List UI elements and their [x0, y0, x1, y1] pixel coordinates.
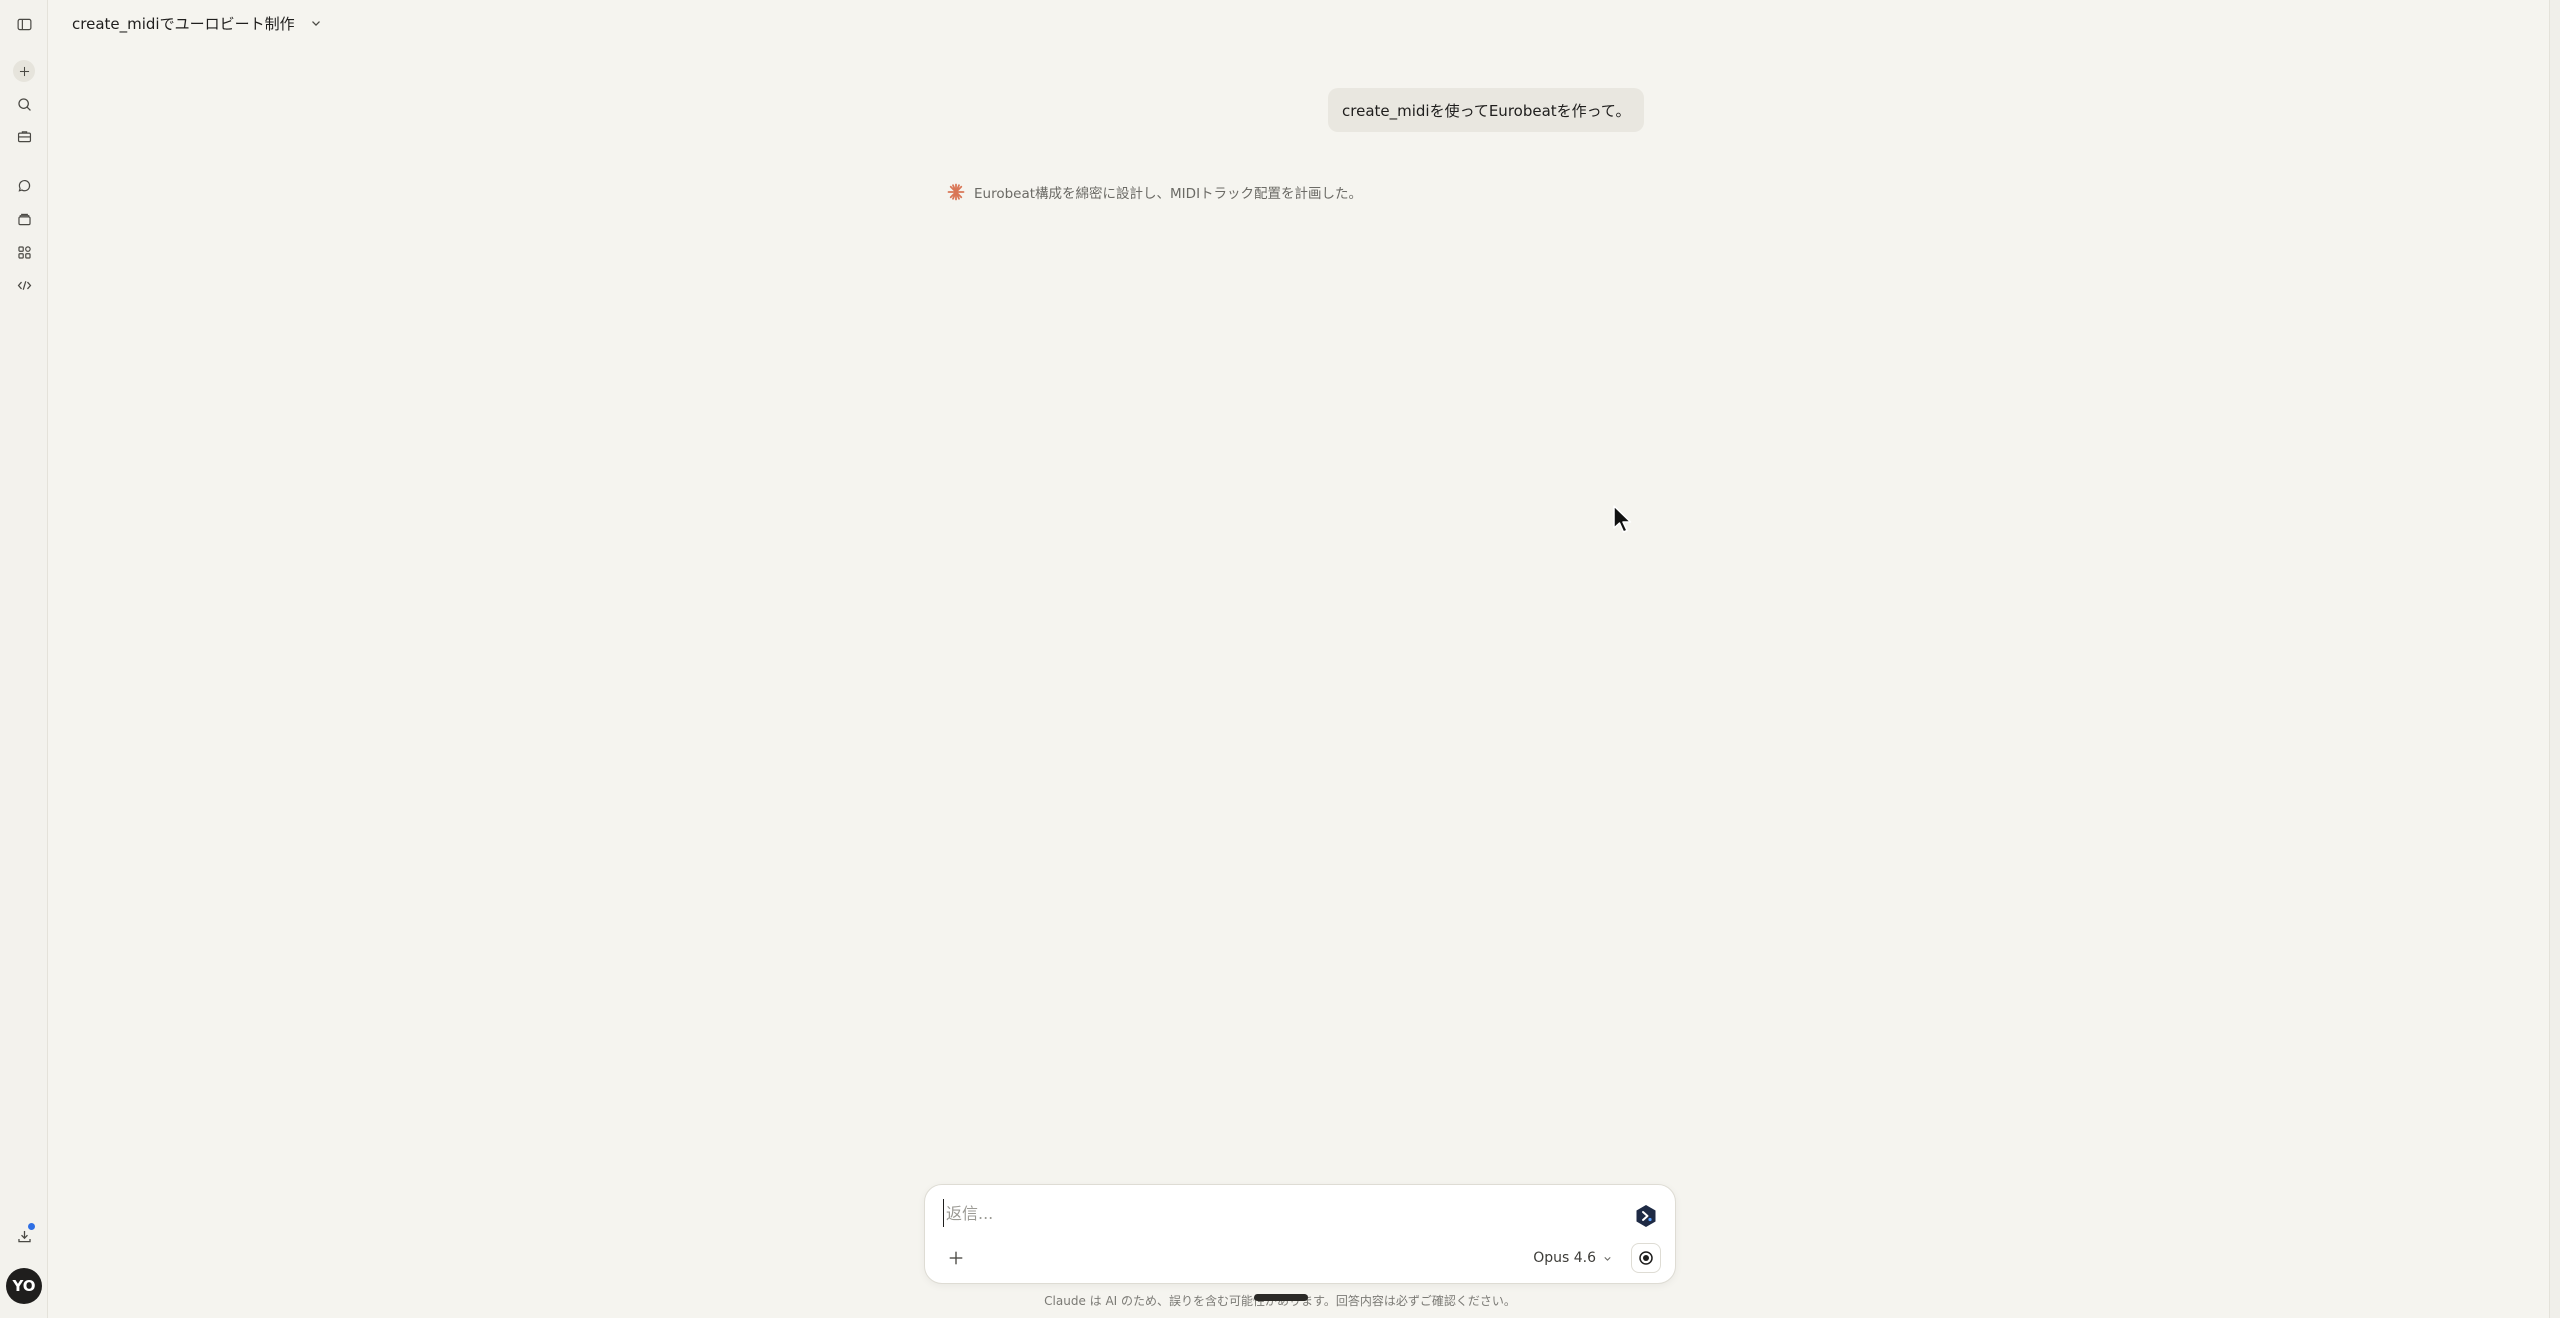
- app-window: YO create_midiでユーロビート制作 create_midiを使ってE…: [0, 0, 2560, 1318]
- drag-handle[interactable]: [1254, 1294, 1308, 1301]
- extension-icon: [1636, 1205, 1656, 1227]
- chat-title[interactable]: create_midiでユーロビート制作: [72, 13, 295, 34]
- chats-button[interactable]: [10, 172, 38, 200]
- add-attachment-button[interactable]: [943, 1245, 969, 1271]
- message-composer: Opus 4.6: [924, 1184, 1676, 1284]
- model-selector[interactable]: Opus 4.6: [1533, 1245, 1613, 1271]
- voice-icon: [1639, 1251, 1653, 1265]
- artifacts-button[interactable]: [10, 238, 38, 266]
- model-name: Opus 4.6: [1533, 1250, 1596, 1266]
- user-message-bubble: create_midiを使ってEurobeatを作って。: [1328, 88, 1645, 132]
- sidebar-toggle-button[interactable]: [10, 10, 38, 38]
- voice-mode-button[interactable]: [1631, 1243, 1661, 1273]
- briefcase-icon: [17, 130, 31, 142]
- mouse-cursor: [1612, 504, 1634, 536]
- page-scrollbar[interactable]: [2549, 0, 2560, 1318]
- sidebar-rail: YO: [0, 0, 48, 1318]
- chats-icon: [18, 179, 30, 192]
- notification-dot: [28, 1223, 35, 1230]
- pointer-cursor-icon: [1613, 505, 1632, 533]
- plus-icon: [949, 1251, 963, 1265]
- download-button[interactable]: [10, 1222, 38, 1250]
- projects-button[interactable]: [10, 205, 38, 233]
- artifacts-icon: [17, 245, 31, 259]
- projects-icon: [17, 213, 31, 225]
- chevron-down-icon: [311, 21, 320, 26]
- chat-header[interactable]: create_midiでユーロビート制作: [72, 10, 323, 36]
- code-button[interactable]: [10, 271, 38, 299]
- thinking-status-text: Eurobeat構成を綿密に設計し、MIDIトラック配置を計画した。: [974, 186, 1363, 202]
- thinking-status[interactable]: Eurobeat構成を綿密に設計し、MIDIトラック配置を計画した。: [946, 182, 1362, 202]
- new-chat-button[interactable]: [13, 60, 35, 82]
- customize-button[interactable]: [10, 122, 38, 150]
- code-icon: [17, 280, 31, 290]
- extension-button[interactable]: [1633, 1203, 1659, 1229]
- user-message-text: create_midiを使ってEurobeatを作って。: [1342, 101, 1631, 120]
- search-button[interactable]: [10, 90, 38, 118]
- search-icon: [17, 97, 31, 111]
- reply-input[interactable]: [943, 1199, 1548, 1227]
- sidebar-toggle-icon: [17, 18, 31, 30]
- claude-spark-icon: [947, 183, 965, 201]
- chat-title-menu-button[interactable]: [309, 16, 323, 30]
- chevron-down-icon: [1604, 1256, 1611, 1261]
- download-icon: [17, 1230, 31, 1242]
- new-chat-icon: [19, 66, 29, 76]
